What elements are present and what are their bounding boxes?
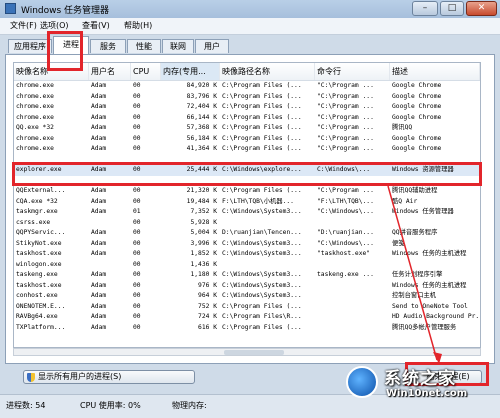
site-logo-icon (346, 366, 378, 398)
watermark-title: 系统之家 (384, 369, 456, 389)
task-manager-window: Windows 任务管理器 – □ ✕ 文件(F) 选项(O) 查看(V) 帮助… (0, 0, 500, 418)
watermark-url: Win10net.com (386, 388, 468, 399)
watermark: 系统之家 Win10net.com (346, 360, 498, 415)
annotation-arrow (387, 185, 442, 364)
